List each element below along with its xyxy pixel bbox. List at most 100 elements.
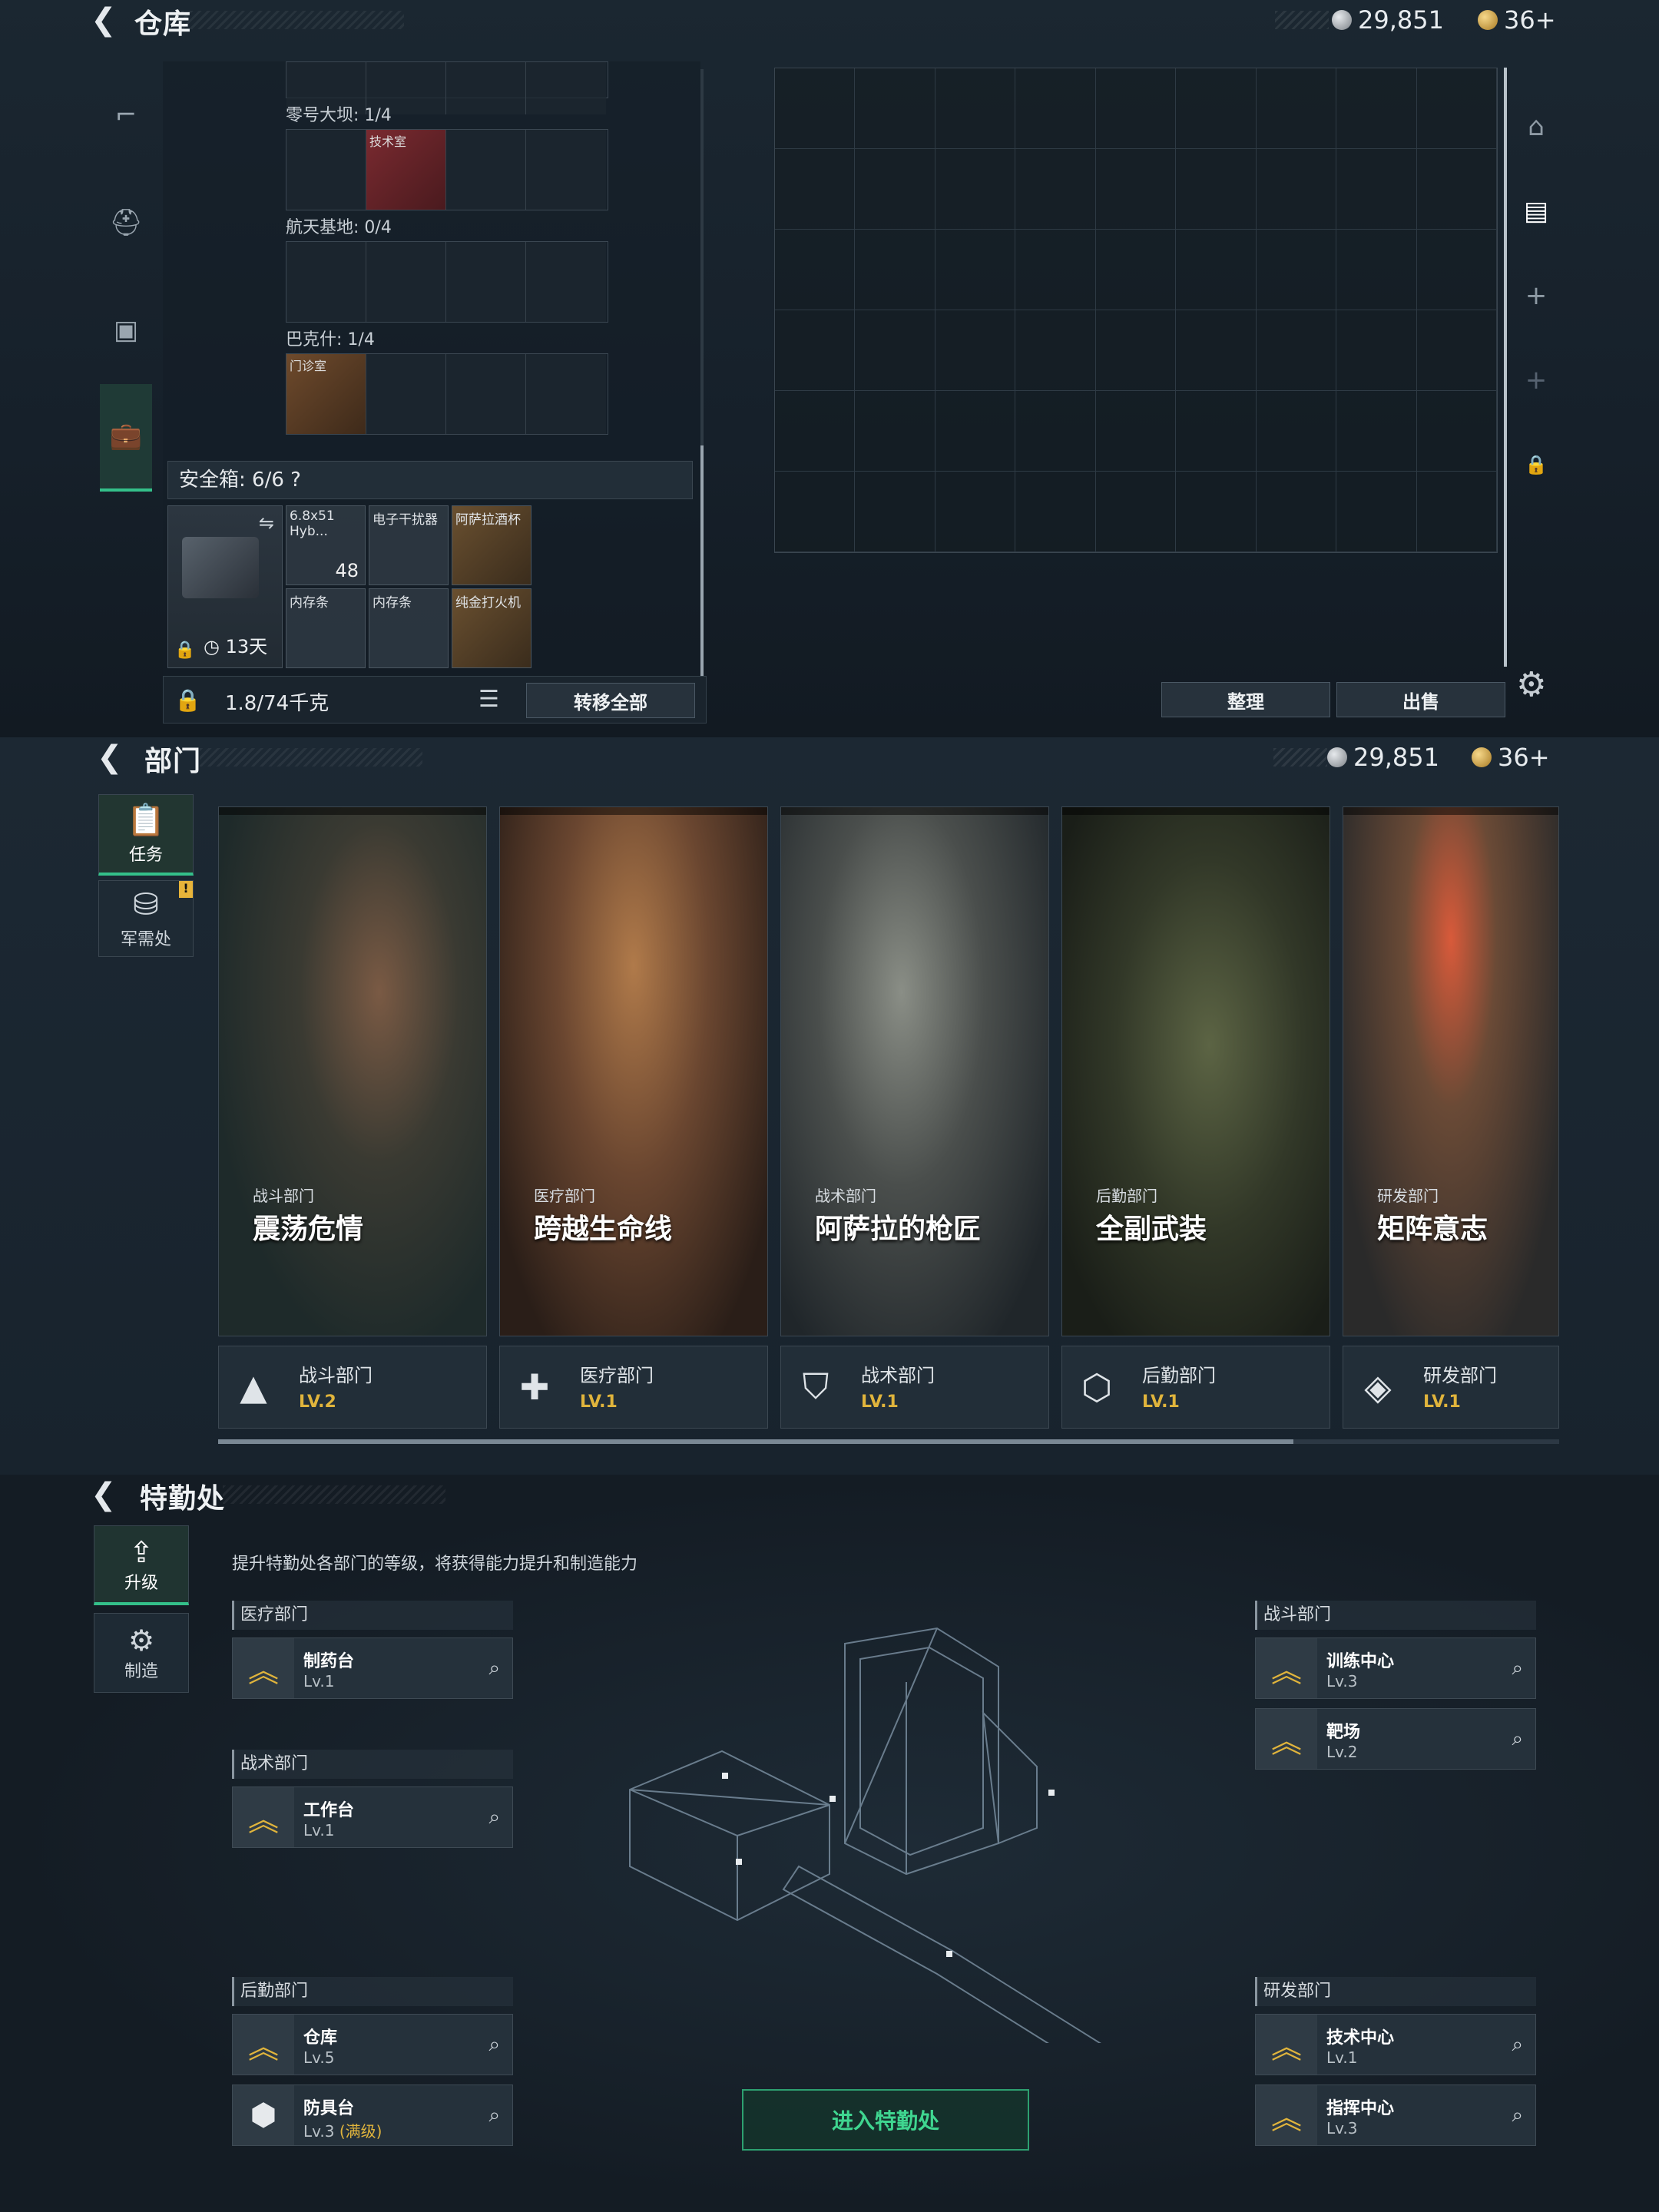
dept-card-logistics[interactable]: 后勤部门 全副武装: [1061, 806, 1330, 1336]
card-image: [1062, 807, 1330, 1336]
dept-footer-combat[interactable]: ▲ 战斗部门 LV.2: [218, 1346, 487, 1429]
scroll-thumb[interactable]: [218, 1439, 1293, 1444]
safe-item[interactable]: 电子干扰器: [369, 505, 449, 585]
lock-icon[interactable]: 🔒: [174, 687, 201, 713]
tab-upgrade[interactable]: ⇪ 升级: [94, 1525, 189, 1605]
weapon-category-icon[interactable]: ⌐: [100, 61, 152, 169]
scroll-thumb[interactable]: [700, 445, 704, 676]
search-icon[interactable]: ⌕: [488, 1806, 500, 1830]
list-icon[interactable]: ☰: [478, 686, 499, 713]
transfer-all-button[interactable]: 转移全部: [526, 683, 695, 718]
safe-item[interactable]: 6.8x51 Hyb... 48: [286, 505, 366, 585]
gear-icon[interactable]: ⚙: [1516, 665, 1546, 704]
safe-item[interactable]: 阿萨拉酒杯: [452, 505, 531, 585]
dept-card-tactical[interactable]: 战术部门 阿萨拉的枪匠: [780, 806, 1049, 1336]
slot[interactable]: [526, 354, 606, 434]
safe-box-item[interactable]: ⇋ 🔒 ◷ 13天: [167, 505, 283, 668]
stash-scrollbar[interactable]: [700, 69, 704, 676]
dept-footer-medical[interactable]: ✚ 医疗部门 LV.1: [499, 1346, 768, 1429]
clinic-key[interactable]: 门诊室: [286, 354, 366, 434]
warehouse-panel: ❮ 仓库 29,851 36+ ⌐ ⛑ ▣ 💼 零号大坝: 1/4 技术室 航天…: [0, 0, 1659, 737]
tab-tasks[interactable]: 📋 任务: [98, 794, 194, 876]
dept-footer-logistics[interactable]: ⬡ 后勤部门 LV.1: [1061, 1346, 1330, 1429]
dept-card-rnd[interactable]: 研发部门 矩阵意志: [1343, 806, 1559, 1336]
slot[interactable]: [446, 354, 526, 434]
dept-footer-tactical[interactable]: ⛉ 战术部门 LV.1: [780, 1346, 1049, 1429]
slot[interactable]: [286, 242, 366, 322]
safe-item[interactable]: 纯金打火机: [452, 588, 531, 668]
search-icon[interactable]: ⌕: [1512, 1657, 1523, 1681]
tab-craft[interactable]: ⚙ 制造: [94, 1613, 189, 1693]
card-title: 跨越生命线: [534, 1214, 673, 1245]
cubes-icon: ⬢: [233, 2085, 294, 2145]
gold-currency[interactable]: 36+: [1478, 5, 1556, 35]
add-icon[interactable]: +: [1513, 253, 1559, 338]
storage-grid[interactable]: [774, 68, 1498, 553]
lock-icon[interactable]: 🔒: [1513, 422, 1559, 507]
search-icon[interactable]: ⌕: [488, 2104, 500, 2128]
slot[interactable]: [366, 242, 446, 322]
tab-quartermaster[interactable]: ⛁ 军需处!: [98, 880, 194, 957]
tech-room-key[interactable]: 技术室: [366, 130, 446, 210]
card-sub-label: 医疗部门: [534, 1187, 595, 1205]
section-medical: 医疗部门: [232, 1601, 513, 1630]
search-icon[interactable]: ⌕: [1512, 2104, 1523, 2128]
facility-range[interactable]: ︽ 靶场 Lv.2 ⌕: [1255, 1708, 1536, 1770]
page-title: 部门: [144, 746, 202, 777]
card-image: [500, 807, 767, 1336]
facility-workbench[interactable]: ︽ 工作台 Lv.1 ⌕: [232, 1786, 513, 1848]
dept-scrollbar[interactable]: [218, 1439, 1559, 1444]
helmet-category-icon[interactable]: ⛑: [100, 169, 152, 276]
slot[interactable]: [526, 62, 606, 114]
sort-button[interactable]: 整理: [1161, 682, 1330, 717]
slot[interactable]: [446, 62, 526, 114]
back-arrow-icon[interactable]: ❮: [91, 3, 124, 37]
search-icon[interactable]: ⌕: [1512, 1727, 1523, 1751]
facility-armor[interactable]: ⬢ 防具台 Lv.3 (满级) ⌕: [232, 2085, 513, 2146]
slot[interactable]: [446, 130, 526, 210]
item-qty: 48: [335, 560, 359, 581]
back-arrow-icon[interactable]: ❮: [91, 1478, 124, 1512]
dept-footer-rnd[interactable]: ◈ 研发部门 LV.1: [1343, 1346, 1559, 1429]
special-topbar: ❮ 特勤处: [0, 1475, 1659, 1515]
swap-icon[interactable]: ⇋: [259, 512, 274, 534]
slot[interactable]: [286, 130, 366, 210]
dept-card-medical[interactable]: 医疗部门 跨越生命线: [499, 806, 768, 1336]
search-icon[interactable]: ⌕: [1512, 2033, 1523, 2057]
tab-label: 升级: [124, 1573, 158, 1593]
search-icon[interactable]: ⌕: [488, 1657, 500, 1681]
arch-icon[interactable]: ⌂: [1513, 84, 1559, 169]
case-category-icon[interactable]: 💼: [100, 384, 152, 492]
facility-command-center[interactable]: ︽ 指挥中心 Lv.3 ⌕: [1255, 2085, 1536, 2146]
slot[interactable]: [526, 130, 606, 210]
container-icon[interactable]: ▤: [1513, 169, 1559, 253]
vest-category-icon[interactable]: ▣: [100, 276, 152, 384]
slot[interactable]: [366, 354, 446, 434]
title-stripe: [200, 748, 422, 767]
facility-tech-center[interactable]: ︽ 技术中心 Lv.1 ⌕: [1255, 2014, 1536, 2075]
enter-special-ops-button[interactable]: 进入特勤处: [742, 2089, 1029, 2151]
add-icon[interactable]: +: [1513, 338, 1559, 422]
storage-scrollbar[interactable]: [1504, 68, 1507, 667]
facility-training[interactable]: ︽ 训练中心 Lv.3 ⌕: [1255, 1637, 1536, 1699]
facility-pharmacy[interactable]: ︽ 制药台 Lv.1 ⌕: [232, 1637, 513, 1699]
level-text: Lv.3: [303, 2122, 335, 2141]
safe-item[interactable]: 内存条: [369, 588, 449, 668]
silver-coin-icon: [1332, 10, 1352, 30]
help-icon[interactable]: ?: [290, 469, 301, 492]
sell-button[interactable]: 出售: [1336, 682, 1505, 717]
dept-card-combat[interactable]: 战斗部门 震荡危情: [218, 806, 487, 1336]
safe-item[interactable]: 内存条: [286, 588, 366, 668]
facility-level: Lv.3: [1326, 1672, 1358, 1690]
slot[interactable]: [446, 242, 526, 322]
gold-currency[interactable]: 36+: [1472, 742, 1550, 773]
item-label: 纯金打火机: [455, 595, 521, 611]
search-icon[interactable]: ⌕: [488, 2033, 500, 2057]
facility-warehouse[interactable]: ︽ 仓库 Lv.5 ⌕: [232, 2014, 513, 2075]
upgrade-arrow-icon: ⇪: [129, 1535, 154, 1569]
card-sub-label: 后勤部门: [1096, 1187, 1157, 1205]
slot[interactable]: [526, 242, 606, 322]
back-arrow-icon[interactable]: ❮: [97, 740, 131, 774]
key-row-bakhsh: 门诊室: [286, 353, 608, 435]
coins-icon: ⛁: [133, 887, 159, 922]
